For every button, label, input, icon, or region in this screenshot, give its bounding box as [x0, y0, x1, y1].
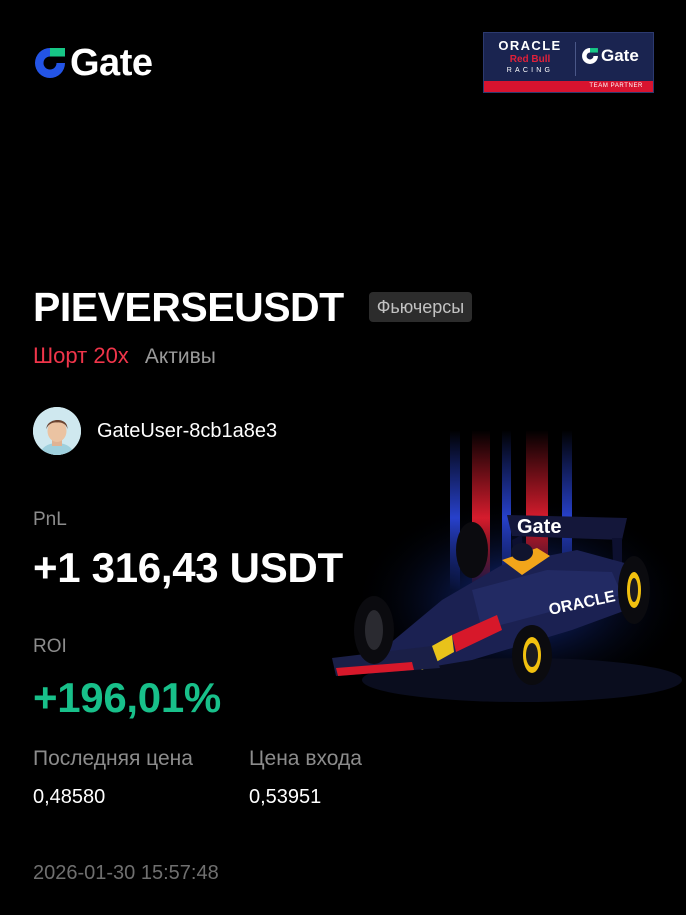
oracle-red-bull-logo: ORACLE Red Bull RACING: [492, 39, 568, 76]
oracle-text: ORACLE: [498, 38, 562, 53]
trading-pair: PIEVERSEUSDT: [33, 284, 344, 330]
gate-logo-icon: [35, 48, 65, 78]
roi-value: +196,01%: [33, 674, 221, 721]
badge-divider: [575, 42, 576, 76]
svg-text:Gate: Gate: [517, 516, 561, 538]
pnl-value: +1 316,43 USDT: [33, 544, 343, 591]
direction-row: Шорт 20x Активы: [33, 343, 216, 369]
username: GateUser-8cb1a8e3: [97, 419, 278, 442]
position-mode: Активы: [144, 345, 216, 368]
gate-logo-icon: [582, 48, 598, 64]
roi-label: ROI: [33, 636, 67, 657]
partner-gate-wordmark: Gate: [601, 46, 639, 65]
timestamp: 2026-01-30 15:57:48: [33, 862, 219, 884]
logo-wordmark: Gate: [70, 42, 153, 84]
futures-badge: Фьючерсы: [368, 292, 473, 322]
entry-price-value: 0,53951: [249, 786, 322, 808]
team-partner-badge: ORACLE Red Bull RACING Gate TEAM PARTNER: [483, 32, 654, 93]
pnl-label: PnL: [33, 509, 67, 530]
red-bull-text: Red Bull: [509, 54, 551, 65]
avatar: [33, 407, 81, 455]
position-direction: Шорт 20x: [33, 343, 129, 368]
partner-gate-logo: Gate: [581, 46, 639, 66]
entry-price-label: Цена входа: [249, 747, 362, 770]
last-price-label: Последняя цена: [33, 747, 193, 770]
user-row: GateUser-8cb1a8e3: [33, 407, 277, 455]
f1-car-illustration: Gate ORACLE: [332, 430, 686, 705]
pair-row: PIEVERSEUSDT Фьючерсы: [33, 284, 473, 330]
team-partner-label: TEAM PARTNER: [484, 81, 653, 92]
gate-logo: Gate: [33, 42, 153, 84]
entry-price-block: Цена входа 0,53951: [249, 746, 362, 809]
racing-text: RACING: [506, 67, 554, 74]
last-price-block: Последняя цена 0,48580: [33, 746, 193, 809]
last-price-value: 0,48580: [33, 786, 106, 808]
